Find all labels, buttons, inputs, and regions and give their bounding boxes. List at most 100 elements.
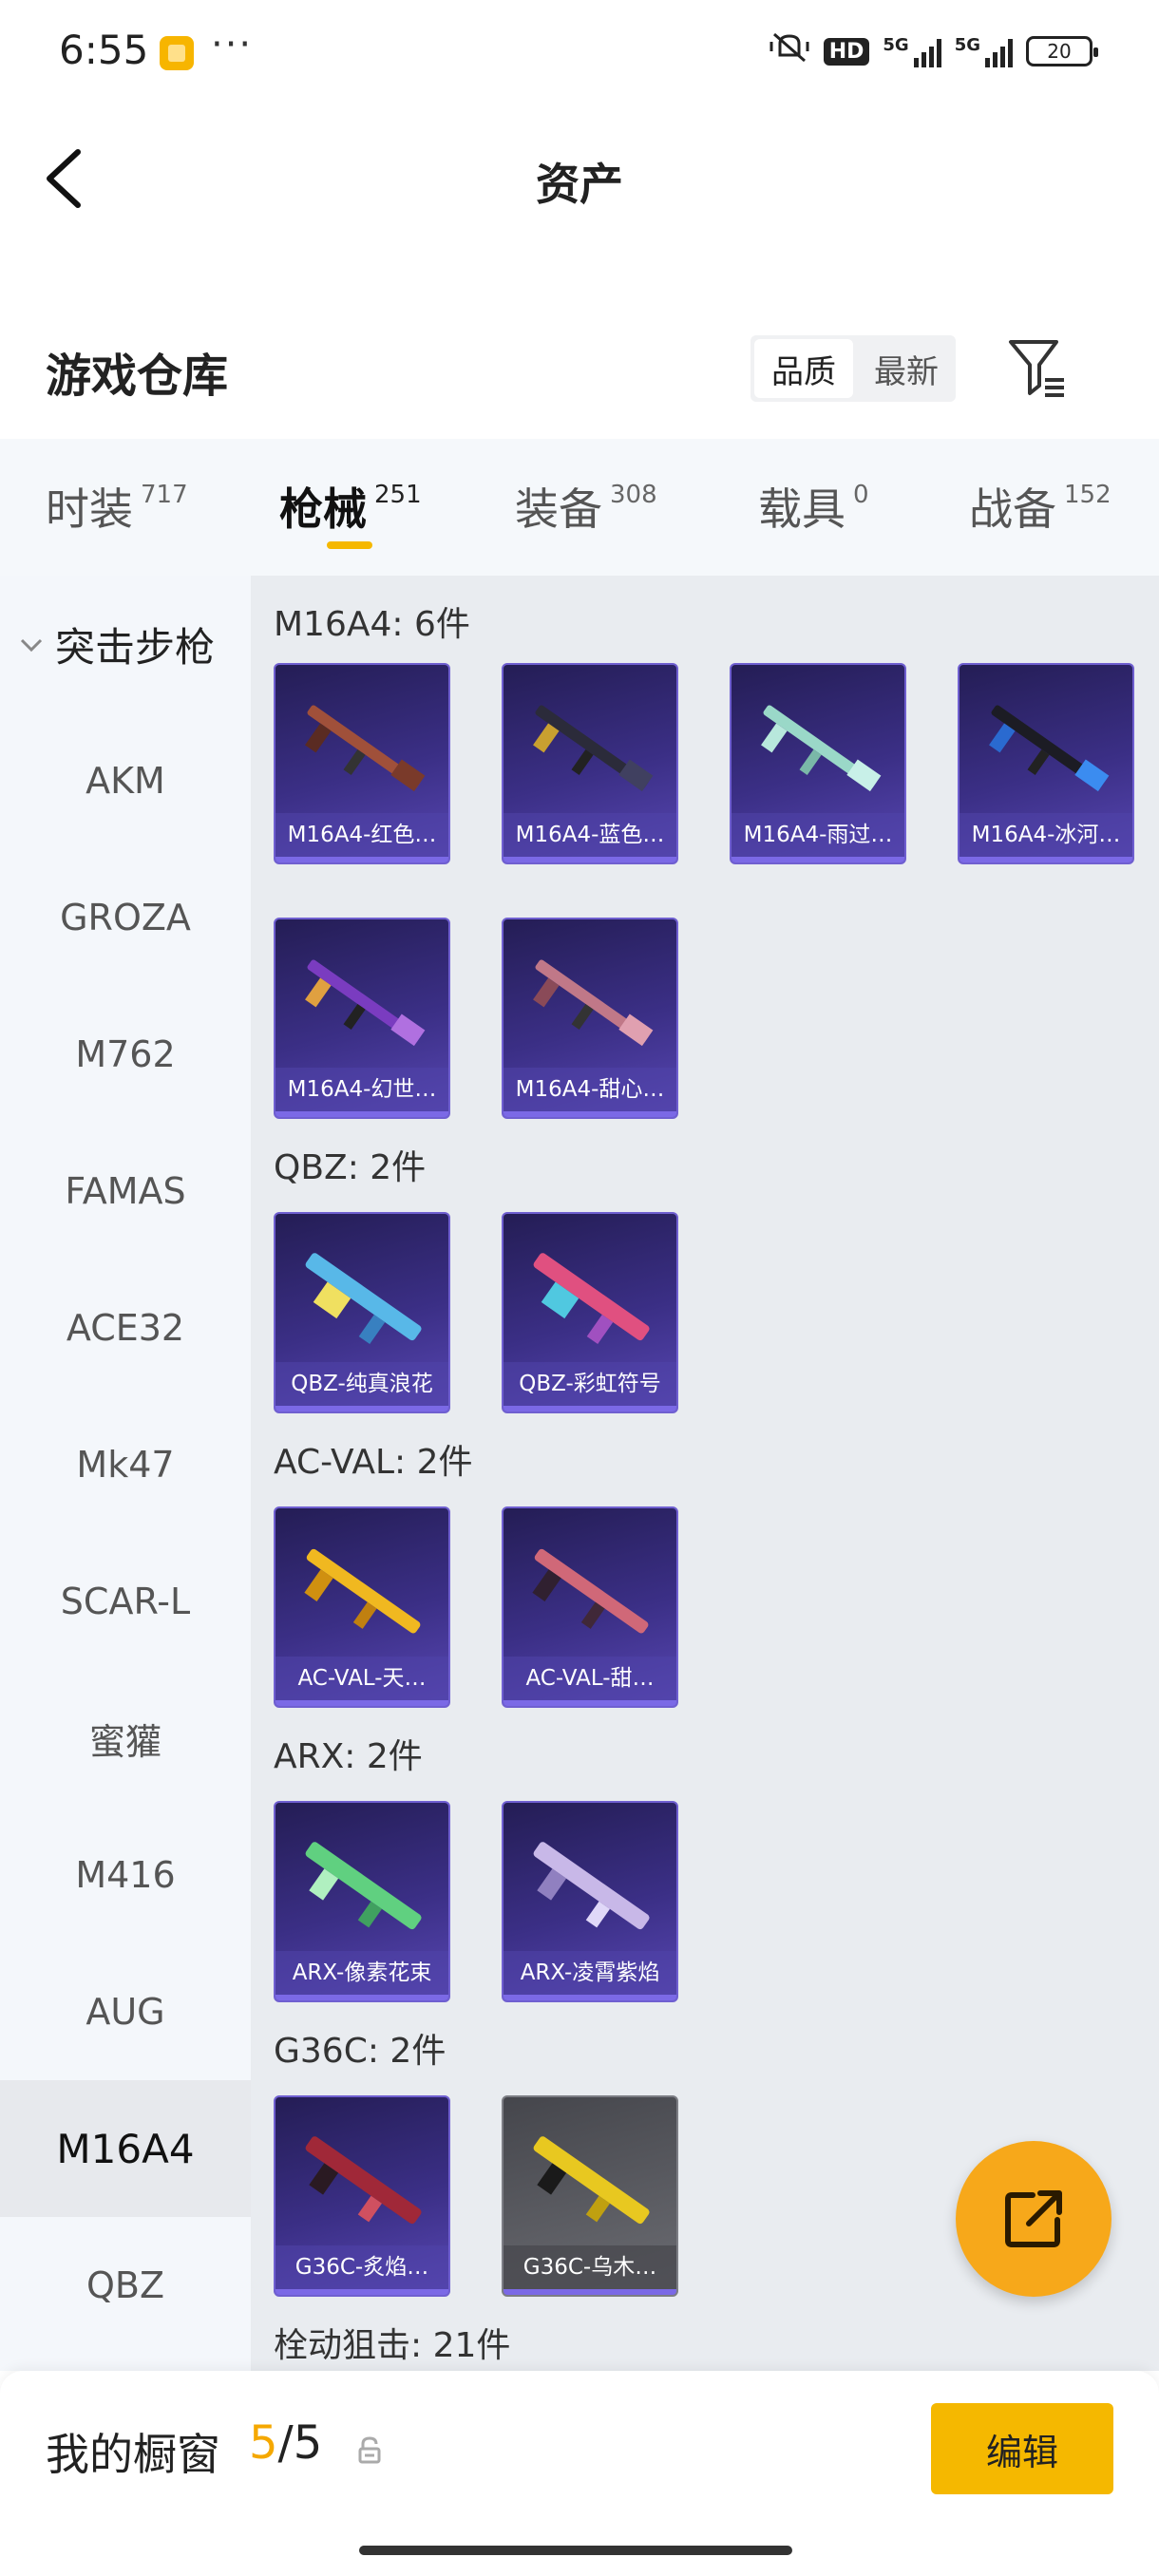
section-title: 游戏仓库 [46, 350, 229, 403]
sidebar-item-famas[interactable]: FAMAS [0, 1123, 251, 1260]
share-icon [1005, 2190, 1062, 2247]
tab-label: 装备 [515, 483, 602, 535]
sidebar-group-label: 突击步枪 [55, 624, 216, 671]
edit-button[interactable]: 编辑 [931, 2403, 1113, 2494]
skin-card-label: M16A4-甜心… [504, 1068, 676, 1111]
sidebar-item-groza[interactable]: GROZA [0, 849, 251, 986]
skin-card[interactable]: ARX-凌霄紫焰 [502, 1801, 678, 2002]
skin-card-label: G36C-炙焰… [276, 2245, 448, 2289]
notification-app-icon [160, 36, 194, 70]
skin-card[interactable]: M16A4-甜心… [502, 918, 678, 1119]
sort-newest-button[interactable]: 最新 [857, 335, 956, 402]
mute-vibrate-icon [769, 30, 810, 72]
tab-count: 717 [141, 481, 188, 509]
skin-card[interactable]: M16A4-雨过… [730, 663, 906, 864]
status-icons: HD 5G 5G 20 [769, 30, 1098, 72]
rifle-icon [305, 2136, 422, 2225]
sidebar-item-qbz[interactable]: QBZ [0, 2217, 251, 2354]
sidebar-group-assault-rifles[interactable]: 突击步枪 [19, 616, 215, 673]
share-button[interactable] [956, 2141, 1112, 2297]
sidebar-item-m16a4[interactable]: M16A4 [0, 2080, 251, 2217]
tab-label: 载具 [758, 483, 846, 535]
skin-card[interactable]: G36C-炙焰… [274, 2095, 450, 2297]
tab-count: 152 [1064, 481, 1112, 509]
lock-icon [358, 2436, 381, 2464]
sidebar-item-akm[interactable]: AKM [0, 712, 251, 849]
tab-count: 251 [374, 481, 422, 509]
rifle-icon [533, 705, 654, 792]
tab-equipment[interactable]: 装备 308 [515, 475, 657, 538]
skin-card[interactable]: M16A4-红色… [274, 663, 450, 864]
tab-supplies[interactable]: 战备 152 [969, 475, 1112, 538]
skin-card-label: M16A4-冰河… [960, 813, 1132, 857]
tab-label: 战备 [969, 483, 1056, 535]
group-header-qbz: QBZ: 2件 [274, 1148, 427, 1187]
skin-card-label: M16A4-幻世… [276, 1068, 448, 1111]
sidebar-item-m416[interactable]: M416 [0, 1807, 251, 1943]
showcase-count: 5/5 [249, 2416, 322, 2470]
rifle-icon [989, 705, 1110, 792]
skin-card-label: QBZ-纯真浪花 [276, 1362, 448, 1406]
rifle-icon [533, 1253, 650, 1344]
skin-card[interactable]: ARX-像素花束 [274, 1801, 450, 2002]
status-bar: 6:55 ··· HD 5G 5G 20 [0, 0, 1159, 104]
group-header-g36c: G36C: 2件 [274, 2032, 446, 2071]
network-type-label: 5G [883, 35, 909, 55]
battery-icon: 20 [1026, 36, 1098, 66]
showcase-bar: 我的橱窗 5/5 编辑 [0, 2371, 1159, 2576]
skin-card-label: M16A4-雨过… [732, 813, 904, 857]
active-tab-indicator [327, 541, 372, 549]
more-notifications-icon: ··· [211, 23, 254, 66]
rifle-icon [761, 705, 882, 792]
skin-card-label: ARX-像素花束 [276, 1951, 448, 1995]
tab-outfits[interactable]: 时装 717 [46, 475, 188, 538]
group-header-m16a4: M16A4: 6件 [274, 605, 470, 644]
sidebar-item-mk47[interactable]: Mk47 [0, 1396, 251, 1533]
home-indicator[interactable] [359, 2546, 792, 2555]
rifle-icon [305, 1253, 422, 1344]
signal-icon-2: 5G [955, 35, 1013, 67]
filter-icon[interactable] [1007, 336, 1068, 399]
showcase-current: 5 [249, 2416, 278, 2470]
rifle-icon [304, 1548, 421, 1634]
skin-card-label: M16A4-蓝色… [504, 813, 676, 857]
weapon-type-sidebar: 突击步枪 AKM GROZA M762 FAMAS ACE32 Mk47 SCA… [0, 576, 251, 2371]
chevron-down-icon [19, 629, 44, 660]
skin-card[interactable]: M16A4-幻世… [274, 918, 450, 1119]
rifle-icon [533, 959, 654, 1047]
showcase-total: 5 [293, 2416, 323, 2470]
category-tabs: 时装 717 枪械 251 装备 308 载具 0 战备 152 [0, 439, 1159, 576]
skin-card[interactable]: G36C-乌木… [502, 2095, 678, 2297]
rifle-icon [532, 1548, 649, 1634]
skin-card-label: QBZ-彩虹符号 [504, 1362, 676, 1406]
rifle-icon [305, 959, 426, 1047]
skin-grid: M16A4: 6件 M16A4-红色… M16A4-蓝色… M16A4-雨过… … [251, 576, 1159, 2371]
skin-card[interactable]: QBZ-纯真浪花 [274, 1212, 450, 1413]
hd-voice-icon: HD [823, 37, 870, 66]
skin-card[interactable]: QBZ-彩虹符号 [502, 1212, 678, 1413]
sidebar-item-scar-l[interactable]: SCAR-L [0, 1533, 251, 1670]
signal-icon-1: 5G [883, 35, 941, 67]
tab-label: 时装 [46, 483, 133, 535]
sidebar-item-m762[interactable]: M762 [0, 986, 251, 1123]
showcase-label: 我的橱窗 [46, 2429, 220, 2480]
sidebar-item-ace32[interactable]: ACE32 [0, 1260, 251, 1396]
sidebar-item-honey-badger[interactable]: 蜜獾 [0, 1670, 251, 1807]
tab-weapons[interactable]: 枪械 251 [279, 475, 422, 538]
group-header-arx: ARX: 2件 [274, 1737, 423, 1776]
sort-quality-button[interactable]: 品质 [754, 339, 853, 398]
tab-count: 0 [853, 481, 869, 509]
skin-card[interactable]: M16A4-蓝色… [502, 663, 678, 864]
tab-vehicles[interactable]: 载具 0 [758, 475, 869, 538]
sort-toggle: 品质 最新 [750, 335, 956, 402]
skin-card[interactable]: AC-VAL-天… [274, 1506, 450, 1708]
skin-card-label: M16A4-红色… [276, 813, 448, 857]
sidebar-item-aug[interactable]: AUG [0, 1943, 251, 2080]
group-header-bolt-action-sniper: 栓动狙击: 21件 [274, 2326, 511, 2365]
rifle-icon [533, 2136, 650, 2225]
skin-card[interactable]: M16A4-冰河… [958, 663, 1134, 864]
tab-count: 308 [610, 481, 657, 509]
skin-card[interactable]: AC-VAL-甜… [502, 1506, 678, 1708]
rifle-icon [305, 705, 426, 792]
group-header-ac-val: AC-VAL: 2件 [274, 1443, 473, 1482]
